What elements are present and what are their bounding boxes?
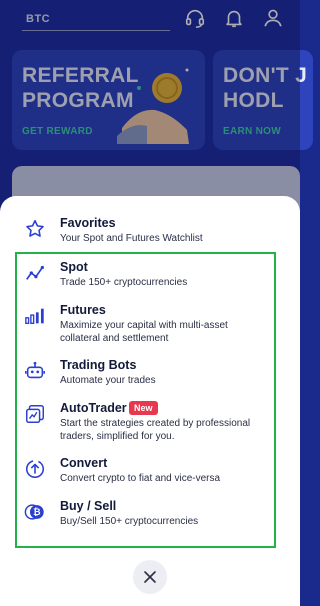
close-button[interactable] [133, 560, 167, 594]
close-icon [144, 571, 156, 583]
menu-item-desc: Your Spot and Futures Watchlist [60, 233, 203, 244]
star-icon [26, 219, 44, 237]
highlight-box [15, 252, 276, 548]
menu-item-favorites[interactable]: Favorites Your Spot and Futures Watchlis… [24, 215, 274, 249]
menu-item-title: Favorites [60, 216, 116, 230]
